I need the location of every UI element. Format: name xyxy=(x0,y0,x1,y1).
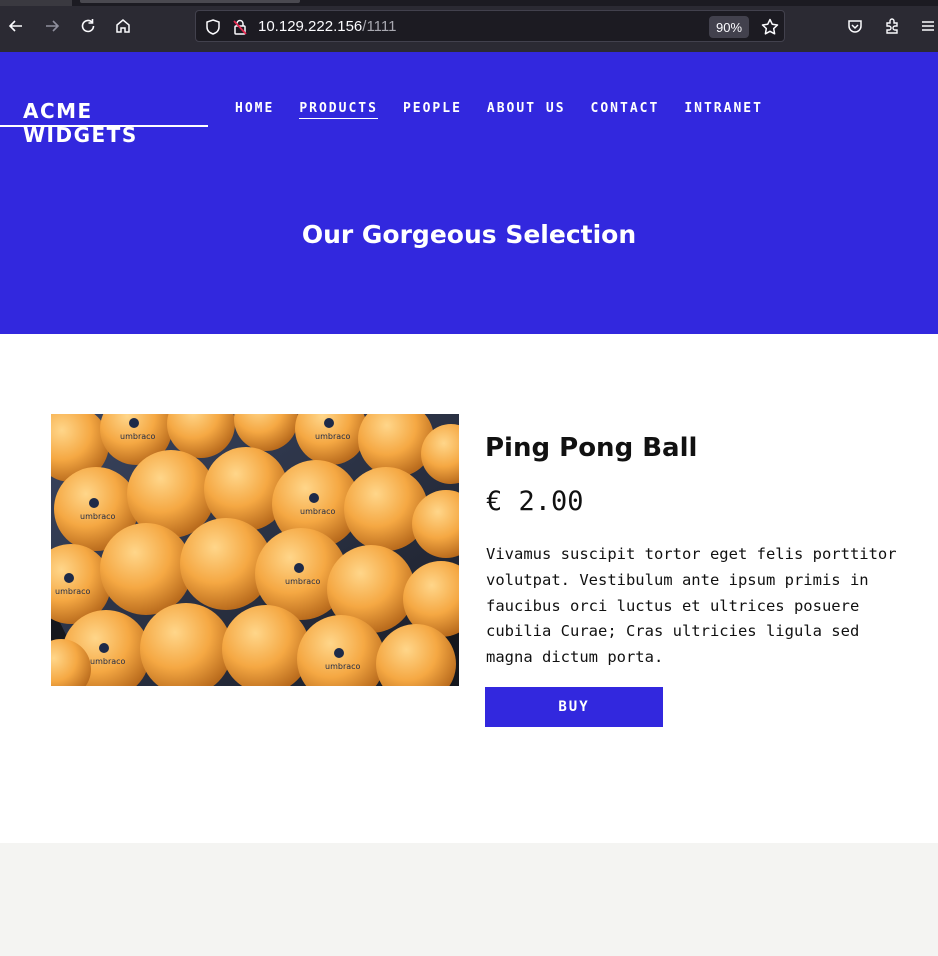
product-name: Ping Pong Ball xyxy=(485,433,698,463)
menu-button[interactable] xyxy=(915,13,938,39)
ball-logo-mark xyxy=(294,563,304,573)
main-nav: HOME PRODUCTS PEOPLE ABOUT US CONTACT IN… xyxy=(235,101,788,119)
nav-products[interactable]: PRODUCTS xyxy=(299,101,378,119)
product-section: umbraco umbraco umbraco umbraco umbraco umbra… xyxy=(0,334,938,843)
nav-contact[interactable]: CONTACT xyxy=(591,101,660,119)
forward-button[interactable] xyxy=(39,13,65,39)
ball-logo-text: umbraco xyxy=(325,662,361,671)
extensions-button[interactable] xyxy=(879,13,905,39)
bookmark-star-icon[interactable] xyxy=(760,17,780,37)
tab-active-indicator xyxy=(80,0,300,3)
ball-logo-text: umbraco xyxy=(90,657,126,666)
nav-intranet[interactable]: INTRANET xyxy=(684,101,763,119)
tab[interactable] xyxy=(0,0,72,6)
ball-logo-mark xyxy=(309,493,319,503)
site-logo[interactable]: ACME WIDGETS xyxy=(0,97,208,147)
hamburger-icon xyxy=(922,21,934,31)
back-button[interactable] xyxy=(3,13,29,39)
arrow-right-icon xyxy=(46,20,60,32)
reload-icon xyxy=(81,19,95,33)
product-price: € 2.00 xyxy=(486,486,584,517)
address-bar[interactable]: 10.129.222.156/1111 90% xyxy=(195,10,785,42)
pocket-icon xyxy=(848,20,862,33)
ball-logo-text: umbraco xyxy=(285,577,321,586)
ball-logo-text: umbraco xyxy=(120,432,156,441)
logo-text: ACME WIDGETS xyxy=(23,99,138,147)
ball-logo-mark xyxy=(129,418,139,428)
arrow-left-icon xyxy=(8,20,22,32)
shield-icon[interactable] xyxy=(204,18,222,36)
product-image: umbraco umbraco umbraco umbraco umbraco umbra… xyxy=(51,414,459,686)
home-icon xyxy=(116,19,130,33)
ball-logo-mark xyxy=(64,573,74,583)
buy-button[interactable]: BUY xyxy=(485,687,663,727)
ball-logo-text: umbraco xyxy=(315,432,351,441)
nav-people[interactable]: PEOPLE xyxy=(403,101,462,119)
ball-logo-text: umbraco xyxy=(300,507,336,516)
reload-button[interactable] xyxy=(75,13,101,39)
ball-logo-text: umbraco xyxy=(80,512,116,521)
zoom-indicator[interactable]: 90% xyxy=(709,16,749,38)
url-host: 10.129.222.156 xyxy=(258,18,363,35)
ping-pong-ball xyxy=(100,523,192,615)
insecure-lock-icon[interactable] xyxy=(231,18,249,36)
footer-area xyxy=(0,843,938,956)
ball-logo-mark xyxy=(334,648,344,658)
ball-logo-mark xyxy=(324,418,334,428)
pocket-button[interactable] xyxy=(842,13,868,39)
nav-about-us[interactable]: ABOUT US xyxy=(487,101,566,119)
ball-logo-mark xyxy=(99,643,109,653)
ball-logo-mark xyxy=(89,498,99,508)
ping-pong-balls-photo: umbraco umbraco umbraco umbraco umbraco umbra… xyxy=(51,414,459,686)
puzzle-icon xyxy=(886,18,898,34)
browser-toolbar: 10.129.222.156/1111 90% xyxy=(0,0,938,52)
product-description: Vivamus suscipit tortor eget felis portt… xyxy=(486,545,897,667)
ball-logo-text: umbraco xyxy=(55,587,91,596)
url-path: /1111 xyxy=(362,18,397,35)
page-title: Our Gorgeous Selection xyxy=(301,220,637,249)
home-button[interactable] xyxy=(110,13,136,39)
site-header: ACME WIDGETS HOME PRODUCTS PEOPLE ABOUT … xyxy=(0,52,938,334)
url-text[interactable]: 10.129.222.156/1111 xyxy=(258,18,396,35)
nav-home[interactable]: HOME xyxy=(235,101,274,119)
